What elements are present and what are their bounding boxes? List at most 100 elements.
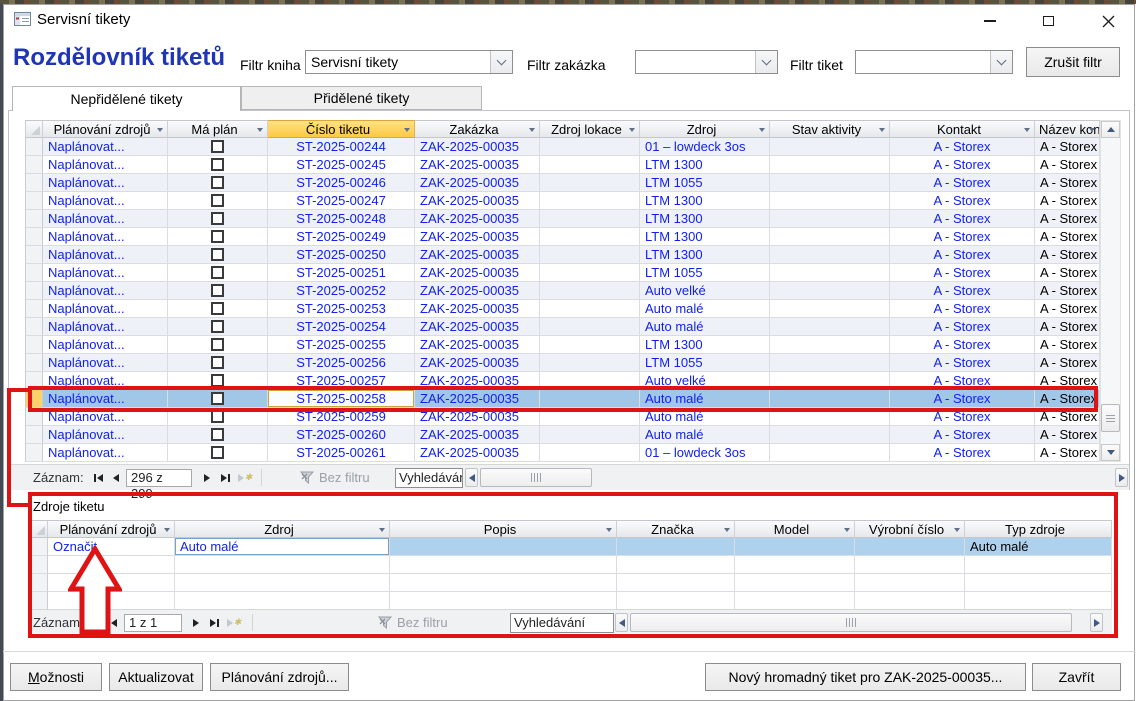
cell-popis[interactable] — [390, 556, 617, 574]
cell-cislo-tiketu[interactable]: ST-2025-00254 — [268, 318, 415, 336]
table-row[interactable]: Naplánovat...ST-2025-00251ZAK-2025-00035… — [25, 264, 1100, 282]
filter-kniha-dropdown-button[interactable] — [490, 51, 512, 73]
first-record-button[interactable] — [90, 469, 106, 486]
column-header-popis[interactable]: Popis — [390, 520, 617, 538]
cell-nazev-kontaktu[interactable]: A - Storex — [1035, 300, 1100, 318]
row-selector[interactable] — [25, 156, 43, 174]
column-header-cislo-tiketu[interactable]: Číslo tiketu — [268, 120, 415, 138]
ma-plan-checkbox[interactable] — [211, 356, 224, 369]
cell-cislo-tiketu[interactable]: ST-2025-00252 — [268, 282, 415, 300]
cell-planovani-zdroju[interactable] — [48, 592, 175, 610]
row-selector[interactable] — [30, 574, 48, 592]
filter-toggle-button[interactable]: Bez filtru — [300, 468, 370, 487]
filter-tiket-combobox[interactable] — [855, 50, 1013, 74]
cell-kontakt[interactable]: A - Storex — [890, 174, 1035, 192]
moznosti-button[interactable]: Možnosti — [10, 663, 102, 691]
cell-zdroj-lokace[interactable] — [540, 300, 640, 318]
cell-ma-plan[interactable] — [168, 174, 268, 192]
cell-planovani-zdroju[interactable] — [48, 574, 175, 592]
cell-znacka[interactable] — [617, 574, 735, 592]
vertical-scrollbar[interactable] — [1100, 120, 1121, 462]
cell-znacka[interactable] — [617, 538, 735, 556]
cell-cislo-tiketu[interactable]: ST-2025-00253 — [268, 300, 415, 318]
table-row[interactable] — [30, 592, 1112, 610]
cell-zakazka[interactable]: ZAK-2025-00035 — [415, 300, 540, 318]
cell-stav-aktivity[interactable] — [770, 246, 890, 264]
cell-kontakt[interactable]: A - Storex — [890, 210, 1035, 228]
cell-nazev-kontaktu[interactable]: A - Storex — [1035, 336, 1100, 354]
sort-filter-arrow-icon[interactable] — [879, 128, 885, 132]
row-selector[interactable] — [25, 210, 43, 228]
cell-planovani-zdroju[interactable]: Naplánovat... — [43, 408, 168, 426]
ma-plan-checkbox[interactable] — [211, 428, 224, 441]
cell-vyrobni-cislo[interactable] — [855, 538, 965, 556]
cell-nazev-kontaktu[interactable]: A - Storex — [1035, 192, 1100, 210]
cell-planovani-zdroju[interactable]: Naplánovat... — [43, 354, 168, 372]
filter-toggle-button[interactable]: Bez filtru — [378, 613, 448, 632]
cell-zdroj-lokace[interactable] — [540, 444, 640, 462]
cell-zakazka[interactable]: ZAK-2025-00035 — [415, 174, 540, 192]
cell-stav-aktivity[interactable] — [770, 228, 890, 246]
cell-zdroj[interactable] — [175, 574, 390, 592]
sort-filter-arrow-icon[interactable] — [724, 528, 730, 532]
column-header-znacka[interactable]: Značka — [617, 520, 735, 538]
cell-zakazka[interactable]: ZAK-2025-00035 — [415, 336, 540, 354]
cell-zdroj-lokace[interactable] — [540, 228, 640, 246]
cell-planovani-zdroju[interactable]: Naplánovat... — [43, 336, 168, 354]
cell-planovani-zdroju[interactable]: Naplánovat... — [43, 372, 168, 390]
row-selector[interactable] — [25, 408, 43, 426]
cell-ma-plan[interactable] — [168, 210, 268, 228]
cell-zdroj[interactable]: Auto malé — [640, 300, 770, 318]
ma-plan-checkbox[interactable] — [211, 320, 224, 333]
table-row[interactable]: Naplánovat...ST-2025-00250ZAK-2025-00035… — [25, 246, 1100, 264]
cell-stav-aktivity[interactable] — [770, 282, 890, 300]
cell-zdroj-lokace[interactable] — [540, 264, 640, 282]
cell-popis[interactable] — [390, 538, 617, 556]
cell-nazev-kontaktu[interactable]: A - Storex — [1035, 444, 1100, 462]
cell-planovani-zdroju[interactable]: Naplánovat... — [43, 282, 168, 300]
cell-planovani-zdroju[interactable]: Naplánovat... — [43, 174, 168, 192]
cell-kontakt[interactable]: A - Storex — [890, 354, 1035, 372]
cell-planovani-zdroju[interactable]: Naplánovat... — [43, 192, 168, 210]
zavrit-button[interactable]: Zavřít — [1032, 663, 1121, 691]
new-record-button[interactable]: ✱ — [235, 469, 255, 486]
filter-kniha-combobox[interactable]: Servisní tikety — [305, 50, 513, 74]
cell-ma-plan[interactable] — [168, 426, 268, 444]
cell-ma-plan[interactable] — [168, 264, 268, 282]
table-row[interactable]: Naplánovat...ST-2025-00257ZAK-2025-00035… — [25, 372, 1100, 390]
column-header-nazev-kontaktu[interactable]: Název kontak — [1035, 120, 1100, 138]
cell-stav-aktivity[interactable] — [770, 336, 890, 354]
cell-zdroj[interactable]: LTM 1055 — [640, 354, 770, 372]
sort-filter-arrow-icon[interactable] — [257, 128, 263, 132]
new-record-button[interactable]: ✱ — [224, 614, 244, 631]
cell-kontakt[interactable]: A - Storex — [890, 156, 1035, 174]
row-selector[interactable] — [25, 336, 43, 354]
cell-kontakt[interactable]: A - Storex — [890, 426, 1035, 444]
cell-stav-aktivity[interactable] — [770, 372, 890, 390]
sort-filter-arrow-icon[interactable] — [164, 528, 170, 532]
clear-filter-button[interactable]: Zrušit filtr — [1026, 47, 1120, 77]
cell-zdroj-lokace[interactable] — [540, 282, 640, 300]
hscroll-right-button[interactable] — [1115, 468, 1128, 487]
cell-zdroj-lokace[interactable] — [540, 354, 640, 372]
cell-cislo-tiketu[interactable]: ST-2025-00260 — [268, 426, 415, 444]
cell-kontakt[interactable]: A - Storex — [890, 282, 1035, 300]
cell-nazev-kontaktu[interactable]: A - Storex — [1035, 354, 1100, 372]
cell-planovani-zdroju[interactable]: Naplánovat... — [43, 300, 168, 318]
sort-filter-arrow-icon[interactable] — [379, 528, 385, 532]
cell-ma-plan[interactable] — [168, 408, 268, 426]
cell-planovani-zdroju[interactable]: Naplánovat... — [43, 210, 168, 228]
row-selector[interactable] — [25, 228, 43, 246]
ma-plan-checkbox[interactable] — [211, 158, 224, 171]
cell-cislo-tiketu[interactable]: ST-2025-00256 — [268, 354, 415, 372]
cell-zdroj[interactable]: Auto malé — [640, 390, 770, 408]
row-selector[interactable] — [30, 556, 48, 574]
first-record-button[interactable] — [88, 614, 104, 631]
last-record-button[interactable] — [206, 614, 222, 631]
cell-cislo-tiketu[interactable]: ST-2025-00249 — [268, 228, 415, 246]
cell-popis[interactable] — [390, 574, 617, 592]
row-selector[interactable] — [25, 444, 43, 462]
cell-zakazka[interactable]: ZAK-2025-00035 — [415, 354, 540, 372]
table-row[interactable]: Naplánovat...ST-2025-00254ZAK-2025-00035… — [25, 318, 1100, 336]
cell-cislo-tiketu[interactable]: ST-2025-00246 — [268, 174, 415, 192]
